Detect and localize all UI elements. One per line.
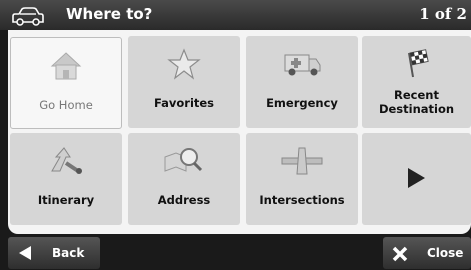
emergency-button[interactable]: Emergency <box>246 36 358 128</box>
itinerary-button[interactable]: Itinerary <box>10 133 122 225</box>
magnifier-map-icon <box>164 148 203 172</box>
next-page-button[interactable] <box>362 133 471 225</box>
car-icon <box>12 7 44 26</box>
address-button[interactable]: Address <box>128 133 240 225</box>
itinerary-label: Itinerary <box>37 193 95 207</box>
go-home-label: Go Home <box>39 98 93 112</box>
home-icon <box>50 52 82 80</box>
go-home-button[interactable]: Go Home <box>10 37 122 129</box>
recent-destination-label: Recent Destination <box>378 88 455 116</box>
recent-destination-button[interactable]: Recent Destination <box>362 36 471 128</box>
footer-bar: Back Close <box>0 234 471 270</box>
favorites-label: Favorites <box>153 96 215 110</box>
checkered-flag-icon <box>407 49 429 78</box>
star-icon <box>167 48 201 80</box>
intersections-button[interactable]: Intersections <box>246 133 358 225</box>
favorites-button[interactable]: Favorites <box>128 36 240 128</box>
intersections-label: Intersections <box>259 193 345 207</box>
page-title: Where to? <box>66 5 153 23</box>
address-label: Address <box>157 193 211 207</box>
close-label: Close <box>427 246 464 260</box>
route-arrow-icon <box>51 147 82 174</box>
title-bar: Where to? 1 of 2 <box>0 0 471 30</box>
close-button[interactable]: Close <box>383 237 471 269</box>
back-button[interactable]: Back <box>8 237 100 269</box>
page-indicator: 1 of 2 <box>419 5 467 23</box>
ambulance-icon <box>284 54 321 76</box>
menu-panel: Go Home Favorites Emergency Recent Desti… <box>8 30 471 234</box>
left-arrow-icon <box>19 246 31 260</box>
intersection-icon <box>281 147 323 175</box>
next-arrow-icon <box>408 168 425 188</box>
x-icon <box>392 246 408 262</box>
back-label: Back <box>52 246 85 260</box>
emergency-label: Emergency <box>266 96 338 110</box>
